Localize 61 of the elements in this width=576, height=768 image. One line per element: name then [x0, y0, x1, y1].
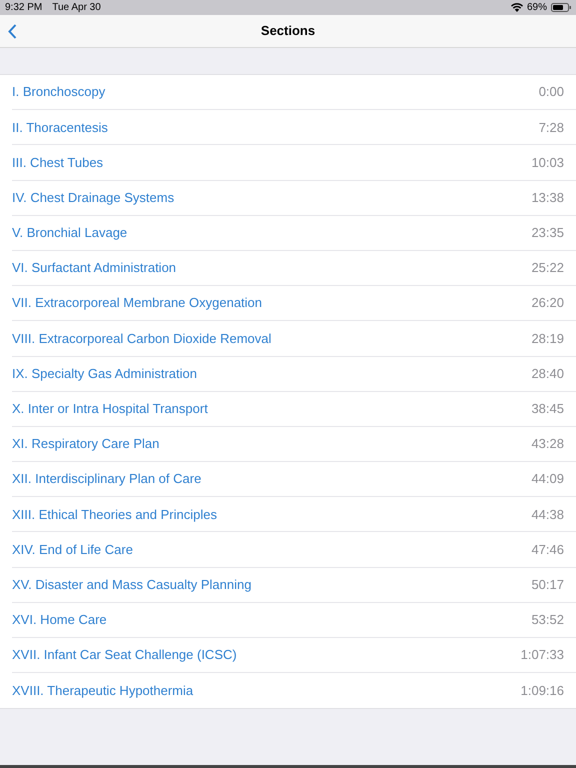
- battery-percent: 69%: [526, 1, 547, 15]
- section-title: VI. Surfactant Administration: [12, 259, 176, 278]
- section-row[interactable]: III. Chest Tubes 10:03: [12, 145, 576, 181]
- section-title: V. Bronchial Lavage: [12, 224, 128, 242]
- section-time: 44:38: [531, 506, 564, 524]
- battery-icon: [551, 3, 571, 12]
- section-row[interactable]: XIV. End of Life Care 47:46: [12, 532, 576, 568]
- section-row[interactable]: IV. Chest Drainage Systems 13:38: [12, 180, 576, 216]
- section-title: IV. Chest Drainage Systems: [12, 188, 174, 207]
- section-row[interactable]: XVIII. Therapeutic Hypothermia 1:09:16: [12, 673, 576, 708]
- section-title: XI. Respiratory Care Plan: [12, 435, 160, 454]
- section-title: XVI. Home Care: [12, 611, 107, 630]
- section-time: 43:28: [531, 435, 564, 454]
- section-title: IX. Specialty Gas Administration: [12, 364, 197, 383]
- status-time: 9:32 PM: [5, 1, 42, 15]
- section-row[interactable]: VIII. Extracorporeal Carbon Dioxide Removal 28:19: [12, 321, 576, 356]
- section-title: I. Bronchoscopy: [12, 83, 106, 102]
- section-time: 53:52: [531, 611, 564, 630]
- section-time: 44:09: [531, 470, 564, 488]
- section-row[interactable]: XVII. Infant Car Seat Challenge (ICSC) 1:07:33: [12, 638, 576, 674]
- section-title: XII. Interdisciplinary Plan of Care: [12, 470, 202, 488]
- section-row[interactable]: XVI. Home Care 53:52: [12, 602, 576, 638]
- section-title: XV. Disaster and Mass Casualty Planning: [12, 576, 252, 594]
- section-title: XIV. End of Life Care: [12, 540, 133, 559]
- section-time: 7:28: [538, 118, 564, 137]
- back-chevron-icon: [8, 24, 17, 38]
- nav-title: Sections: [260, 22, 316, 40]
- section-time: 10:03: [531, 154, 564, 172]
- section-time: 28:40: [531, 364, 564, 383]
- section-time: 28:19: [531, 330, 564, 348]
- section-time: 26:20: [531, 294, 564, 312]
- section-row[interactable]: I. Bronchoscopy 0:00: [12, 75, 576, 110]
- section-row[interactable]: XV. Disaster and Mass Casualty Planning 50:17: [12, 568, 576, 603]
- section-title: VIII. Extracorporeal Carbon Dioxide Removal: [12, 330, 272, 348]
- section-row[interactable]: X. Inter or Intra Hospital Transport 38:45: [12, 392, 576, 427]
- section-row[interactable]: XIII. Ethical Theories and Principles 44:38: [12, 497, 576, 532]
- section-title: III. Chest Tubes: [12, 154, 104, 172]
- section-row[interactable]: VII. Extracorporeal Membrane Oxygenation 26:20: [12, 286, 576, 322]
- status-date: Tue Apr 30: [52, 1, 101, 15]
- section-row[interactable]: IX. Specialty Gas Administration 28:40: [12, 356, 576, 392]
- section-time: 1:09:16: [520, 682, 564, 700]
- wifi-icon: [510, 3, 523, 12]
- section-time: 13:38: [531, 188, 564, 207]
- section-time: 38:45: [531, 400, 564, 418]
- section-row[interactable]: XII. Interdisciplinary Plan of Care 44:09: [12, 462, 576, 498]
- section-time: 50:17: [531, 576, 564, 594]
- section-row[interactable]: V. Bronchial Lavage 23:35: [12, 216, 576, 251]
- section-time: 25:22: [531, 259, 564, 278]
- section-time: 1:07:33: [520, 646, 564, 664]
- section-row[interactable]: II. Thoracentesis 7:28: [12, 110, 576, 146]
- section-title: XVII. Infant Car Seat Challenge (ICSC): [12, 646, 237, 664]
- section-title: X. Inter or Intra Hospital Transport: [12, 400, 208, 418]
- section-row[interactable]: XI. Respiratory Care Plan 43:28: [12, 426, 576, 462]
- section-title: VII. Extracorporeal Membrane Oxygenation: [12, 294, 262, 312]
- section-title: XVIII. Therapeutic Hypothermia: [12, 682, 194, 700]
- section-time: 0:00: [538, 83, 564, 102]
- section-time: 47:46: [531, 540, 564, 559]
- section-time: 23:35: [531, 224, 564, 242]
- section-title: II. Thoracentesis: [12, 118, 108, 137]
- section-title: XIII. Ethical Theories and Principles: [12, 506, 217, 524]
- section-row[interactable]: VI. Surfactant Administration 25:22: [12, 250, 576, 286]
